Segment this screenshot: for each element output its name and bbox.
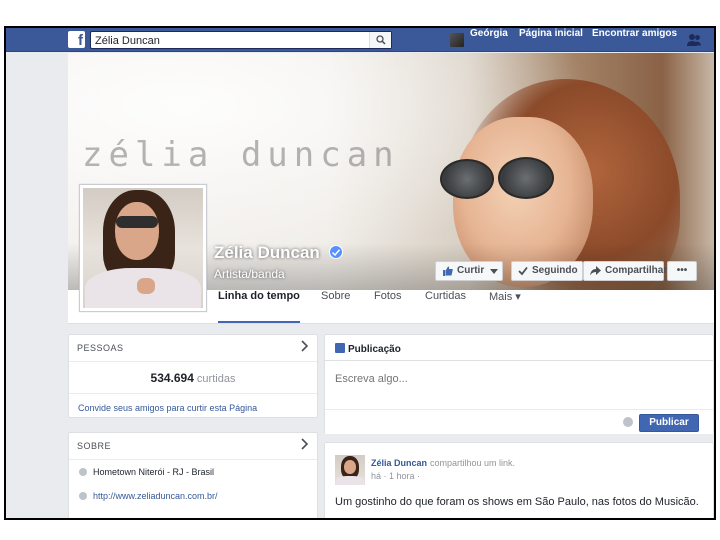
following-label: Seguindo <box>532 265 578 276</box>
profile-face <box>115 202 159 260</box>
globe-icon <box>79 492 87 500</box>
post-action-text: compartilhou um link. <box>430 458 516 468</box>
check-icon <box>518 266 528 276</box>
top-navigation-bar: f Geórgia Página inicial Encontrar amigo… <box>6 28 714 52</box>
post-composer: Publicação Publicar <box>324 334 714 434</box>
website-link[interactable]: http://www.zeliaduncan.com.br/ <box>93 491 218 501</box>
nav-home-link[interactable]: Página inicial <box>519 28 583 52</box>
search-icon <box>376 35 386 45</box>
people-card-header[interactable]: PESSOAS <box>77 343 124 353</box>
divider <box>69 361 317 362</box>
composer-input[interactable] <box>335 373 695 385</box>
audience-globe-icon[interactable] <box>623 417 633 427</box>
cover-overlay-text: zélia duncan <box>82 135 400 175</box>
page-category[interactable]: Artista/banda <box>214 267 285 281</box>
search-box[interactable] <box>90 31 392 49</box>
cover-sunglasses-right <box>498 157 554 199</box>
search-input[interactable] <box>95 33 365 48</box>
chevron-right-icon[interactable] <box>301 438 309 450</box>
tab-about[interactable]: Sobre <box>321 290 350 324</box>
about-card: SOBRE Hometown Niterói - RJ - Brasil htt… <box>68 432 318 518</box>
verified-badge-icon <box>329 245 344 259</box>
composer-footer: Publicar <box>325 409 713 434</box>
page-title[interactable]: Zélia Duncan <box>214 243 320 262</box>
divider <box>69 459 317 460</box>
browser-frame: f Geórgia Página inicial Encontrar amigo… <box>4 26 716 520</box>
divider <box>325 360 713 361</box>
tab-likes[interactable]: Curtidas <box>425 290 466 324</box>
like-label: Curtir <box>457 265 485 276</box>
profile-picture-image <box>83 188 203 308</box>
nav-profile-name: Geórgia <box>470 28 508 39</box>
cover-sunglasses-left <box>440 159 494 199</box>
post-body-text: Um gostinho do que foram os shows em São… <box>335 496 699 508</box>
avatar <box>450 33 464 47</box>
about-card-header[interactable]: SOBRE <box>77 441 111 451</box>
share-button[interactable]: Compartilhar <box>583 261 668 281</box>
nav-find-friends-link[interactable]: Encontrar amigos <box>592 28 677 52</box>
hometown-row: Hometown Niterói - RJ - Brasil <box>79 467 214 477</box>
hometown-text: Hometown Niterói - RJ - Brasil <box>93 467 215 477</box>
publish-button[interactable]: Publicar <box>639 414 699 432</box>
page-title-row: Zélia Duncan <box>214 243 344 263</box>
thumbs-up-icon <box>443 266 453 276</box>
tab-photos[interactable]: Fotos <box>374 290 402 324</box>
tab-timeline[interactable]: Linha do tempo <box>218 290 300 323</box>
share-arrow-icon <box>590 266 601 276</box>
avatar-body <box>336 476 364 485</box>
post-author-avatar[interactable] <box>335 455 365 485</box>
post-author-name[interactable]: Zélia Duncan <box>371 458 427 468</box>
location-pin-icon <box>79 468 87 476</box>
profile-hand <box>137 278 155 294</box>
more-options-button[interactable]: ••• <box>667 261 697 281</box>
composer-tab-publication[interactable]: Publicação <box>335 343 401 355</box>
post-timestamp[interactable]: há · 1 hora · <box>371 471 420 481</box>
people-card: PESSOAS 534.694 curtidas Convide seus ami… <box>68 334 318 418</box>
avatar-face <box>344 460 356 474</box>
share-label: Compartilhar <box>605 265 668 276</box>
likes-summary: 534.694 curtidas <box>69 371 317 385</box>
tab-more[interactable]: Mais ▾ <box>489 290 521 324</box>
like-button[interactable]: Curtir <box>435 261 503 281</box>
following-button[interactable]: Seguindo <box>511 261 583 281</box>
website-row: http://www.zeliaduncan.com.br/ <box>79 491 218 501</box>
likes-count: 534.694 <box>150 371 194 385</box>
facebook-logo[interactable]: f <box>68 31 85 48</box>
friend-requests-icon[interactable] <box>686 33 702 47</box>
pencil-icon <box>335 343 345 353</box>
chevron-down-icon <box>490 269 498 274</box>
profile-glasses <box>116 216 158 228</box>
divider <box>69 393 317 394</box>
composer-tab-label: Publicação <box>348 344 401 355</box>
post-header: Zélia Duncan compartilhou um link. <box>371 458 515 468</box>
profile-picture[interactable] <box>79 184 207 312</box>
search-button[interactable] <box>369 32 391 48</box>
timeline-post: Zélia Duncan compartilhou um link. há · 1… <box>324 442 714 518</box>
invite-friends-link[interactable]: Convide seus amigos para curtir esta Pág… <box>78 403 257 413</box>
likes-unit: curtidas <box>196 373 236 385</box>
chevron-right-icon[interactable] <box>301 340 309 352</box>
left-gutter <box>6 53 68 518</box>
